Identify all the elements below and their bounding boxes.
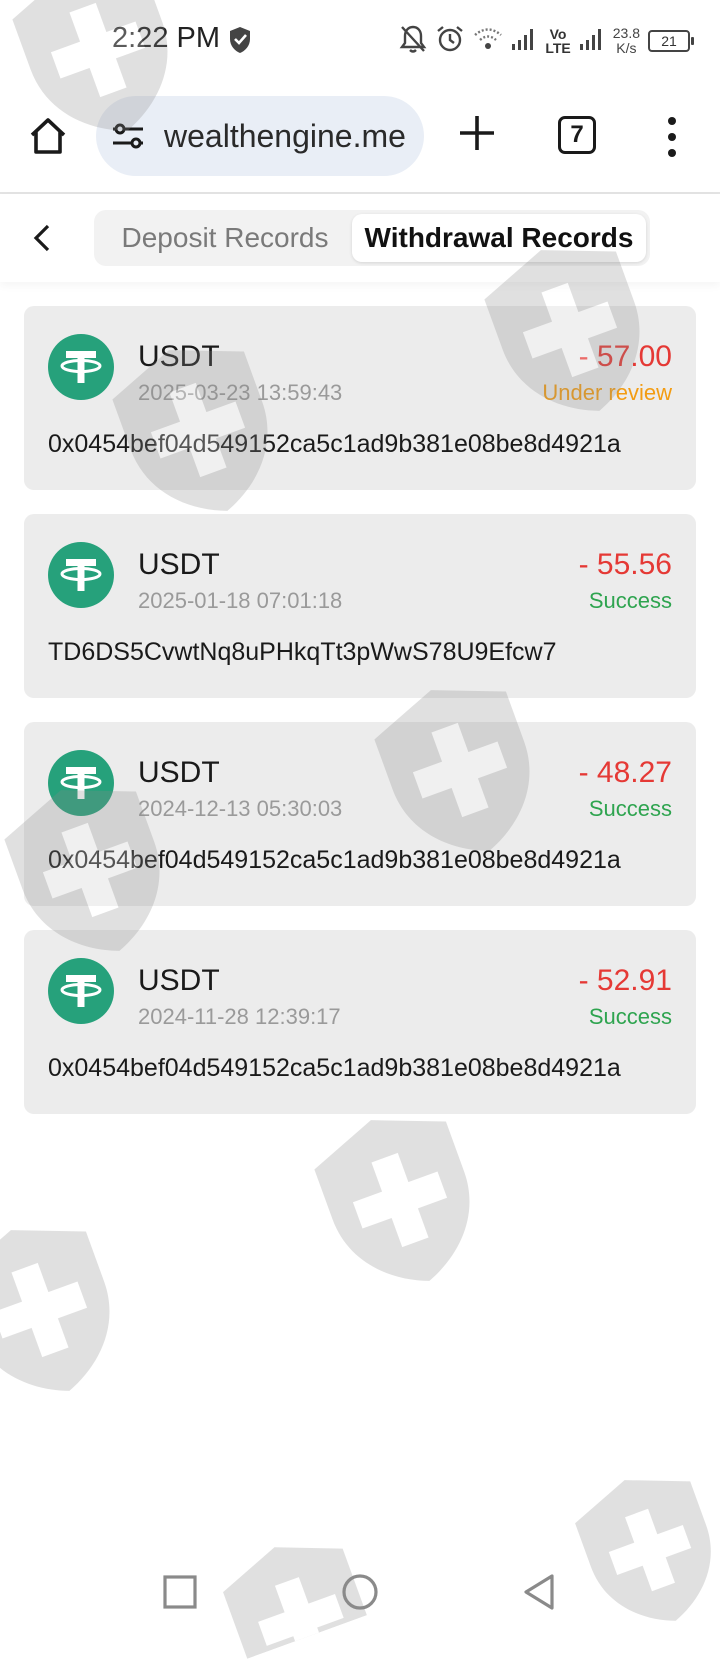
network-type: Vo LTE [545,27,570,55]
address-bar[interactable]: wealthengine.me [96,96,424,176]
coin-name: USDT [138,548,220,581]
tab-switcher-button[interactable]: 7 [558,116,596,154]
security-shield-icon [228,26,252,59]
battery-level: 21 [661,33,677,49]
triangle-back-icon [524,1574,554,1610]
record-status: Success [588,588,672,613]
coin-name: USDT [138,756,220,789]
status-bar: 2:22 PM Vo LTE 23.8 K/s 21 [0,0,720,82]
record-address: 0x0454bef04d549152ca5c1ad9b381e08be8d492… [48,430,621,458]
plus-icon [460,116,494,150]
record-datetime: 2025-03-23 13:59:43 [138,380,343,405]
record-card[interactable]: USDT 2024-12-13 05:30:03 - 48.27 Success… [24,722,696,906]
record-amount: - 48.27 [578,756,672,789]
record-datetime: 2024-12-13 05:30:03 [138,796,343,821]
back-button[interactable] [22,218,62,258]
network-speed: 23.8 K/s [613,26,640,56]
browser-toolbar: wealthengine.me 7 [0,82,720,194]
record-address: 0x0454bef04d549152ca5c1ad9b381e08be8d492… [48,846,621,874]
bell-off-icon [399,24,427,59]
tune-icon[interactable] [110,118,146,159]
home-button[interactable] [24,112,72,160]
tether-icon [48,334,114,400]
record-datetime: 2025-01-18 07:01:18 [138,588,343,613]
withdrawal-records-list: USDT 2025-03-23 13:59:43 - 57.00 Under r… [24,306,696,1138]
home-nav-button[interactable] [340,1572,380,1612]
records-header: Deposit Records Withdrawal Records [0,194,720,282]
record-card[interactable]: USDT 2025-03-23 13:59:43 - 57.00 Under r… [24,306,696,490]
records-tab-switch: Deposit Records Withdrawal Records [94,210,650,266]
status-time: 2:22 PM [112,22,220,54]
tether-icon [48,542,114,608]
new-tab-button[interactable] [452,108,502,158]
back-nav-button[interactable] [520,1572,560,1612]
record-amount: - 52.91 [578,964,672,997]
record-amount: - 55.56 [578,548,672,581]
record-amount: - 57.00 [578,340,672,373]
record-status: Success [588,796,672,821]
signal-icon-2 [579,26,605,57]
wifi-icon [473,26,503,57]
signal-icon [511,26,537,57]
coin-name: USDT [138,964,220,997]
status-icons: Vo LTE 23.8 K/s 21 [399,20,694,62]
coin-name: USDT [138,340,220,373]
tether-icon [48,750,114,816]
tether-icon [48,958,114,1024]
tab-withdrawal-records[interactable]: Withdrawal Records [352,214,646,262]
chevron-left-icon [33,224,50,252]
network-speed-value: 23.8 [612,25,640,41]
record-status: Success [588,1004,672,1029]
url-text[interactable]: wealthengine.me [164,118,420,155]
battery-icon: 21 [648,30,694,52]
circle-icon [342,1574,378,1610]
shield-plus-icon [0,1220,120,1400]
system-nav-bar [0,1560,720,1626]
tab-withdrawal-label: Withdrawal Records [364,222,634,253]
home-icon [30,118,66,154]
record-address: 0x0454bef04d549152ca5c1ad9b381e08be8d492… [48,1054,621,1082]
alarm-icon [435,24,465,59]
record-datetime: 2024-11-28 12:39:17 [138,1004,341,1029]
network-speed-unit: K/s [616,40,637,56]
network-type-bottom: LTE [545,40,571,56]
record-address: TD6DS5CvwtNq8uPHkqTt3pWwS78U9Efcw7 [48,638,557,666]
record-card[interactable]: USDT 2024-11-28 12:39:17 - 52.91 Success… [24,930,696,1114]
browser-menu-button[interactable] [656,112,688,162]
tab-deposit-label: Deposit Records [121,222,329,253]
more-vert-icon [668,117,676,157]
record-status: Under review [542,380,672,405]
square-icon [163,1575,197,1609]
recent-apps-button[interactable] [160,1572,200,1612]
record-card[interactable]: USDT 2025-01-18 07:01:18 - 55.56 Success… [24,514,696,698]
